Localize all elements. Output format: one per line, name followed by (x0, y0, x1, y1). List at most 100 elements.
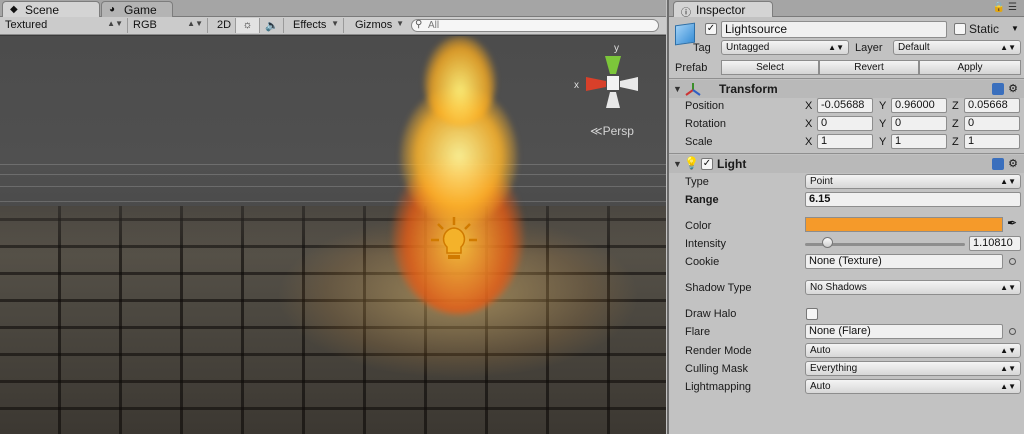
scale-z-field[interactable]: 1 (964, 134, 1020, 149)
light-type-dropdown[interactable]: Point ▲▼ (805, 174, 1021, 189)
light-type-label: Type (685, 176, 709, 188)
axis-y-label: Y (879, 136, 887, 148)
position-z-field[interactable]: 0.05668 (964, 98, 1020, 113)
dropdown-arrow-icon: ▼ (396, 19, 404, 28)
layer-value: Default (898, 42, 930, 53)
dropdown-arrow-icon: ▲▼ (107, 19, 123, 28)
shadow-type-dropdown[interactable]: No Shadows ▲▼ (805, 280, 1021, 295)
rotation-x-field[interactable]: 0 (817, 116, 873, 131)
transform-title: Transform (719, 82, 778, 96)
grid-line (0, 164, 666, 165)
foldout-arrow-icon[interactable]: ▼ (673, 84, 682, 94)
flare-field[interactable]: None (Flare) (805, 324, 1003, 339)
render-mode-dropdown[interactable]: Auto ▲▼ (805, 343, 1021, 358)
intensity-field[interactable]: 1.10810 (969, 236, 1021, 251)
tab-inspector[interactable]: ⓘ Inspector (673, 1, 773, 19)
light-header[interactable]: ▼ 💡 ✓ Light ⚙ (669, 155, 1024, 173)
tab-scene[interactable]: ◆ Scene (2, 1, 100, 17)
grid-line (0, 186, 666, 187)
scene-lighting-toggle[interactable]: ☼ (236, 18, 260, 33)
scene-audio-toggle[interactable]: 🔈 (260, 18, 284, 33)
neg-y-axis-cone-icon[interactable] (606, 92, 620, 108)
range-label: Range (685, 194, 719, 206)
position-label: Position (685, 100, 725, 112)
axis-x-label: X (805, 100, 813, 112)
lock-icon[interactable]: 🔒 (993, 2, 1008, 13)
scene-view-panel: ◆ Scene ◕ Game Textured ▲▼ RGB ▲▼ 2D ☼ 🔈… (0, 0, 666, 434)
stone-floor (0, 206, 666, 434)
flame-top (424, 36, 496, 126)
scale-x-field[interactable]: 1 (817, 134, 873, 149)
prefab-select-button[interactable]: Select (721, 60, 819, 75)
effects-label: Effects (293, 19, 327, 31)
light-title: Light (717, 157, 747, 171)
render-mode-dropdown[interactable]: RGB ▲▼ (128, 18, 208, 33)
divider (669, 78, 1024, 79)
gear-icon[interactable]: ⚙ (1008, 83, 1018, 95)
axis-x-label: X (805, 118, 813, 130)
draw-halo-checkbox[interactable] (806, 308, 818, 320)
gizmo-x-label: x (574, 80, 579, 91)
scene-viewport[interactable]: y x ≪Persp (0, 36, 666, 434)
gizmo-center-cube[interactable] (607, 76, 619, 90)
prefab-label: Prefab (675, 62, 708, 74)
point-light-gizmo-icon[interactable] (428, 214, 480, 266)
neg-x-axis-cone-icon[interactable] (620, 77, 638, 91)
object-name-field[interactable]: Lightsource (721, 21, 947, 38)
color-swatch[interactable] (805, 217, 1003, 232)
layer-dropdown[interactable]: Default ▲▼ (893, 40, 1021, 55)
x-axis-cone-icon[interactable] (586, 77, 606, 91)
position-y-field[interactable]: 0.96000 (891, 98, 947, 113)
dropdown-arrow-icon: ▲▼ (1000, 382, 1016, 391)
game-object-cube-icon (675, 22, 695, 46)
axis-z-label: Z (952, 136, 959, 148)
gear-icon[interactable]: ⚙ (1008, 158, 1018, 170)
gizmos-dropdown[interactable]: Gizmos ▼ (350, 18, 408, 33)
scene-orientation-gizmo[interactable]: y x (572, 42, 652, 122)
window-controls: 🔒☰ (993, 2, 1020, 13)
rotation-y-field[interactable]: 0 (891, 116, 947, 131)
rotation-z-field[interactable]: 0 (964, 116, 1020, 131)
dropdown-arrow-icon: ▲▼ (1000, 346, 1016, 355)
range-field[interactable]: 6.15 (805, 192, 1021, 207)
help-book-icon[interactable] (992, 158, 1005, 171)
tab-game-label: Game (124, 3, 157, 17)
menu-icon[interactable]: ☰ (1008, 2, 1020, 13)
2d-toggle-button[interactable]: 2D (212, 18, 236, 33)
tag-dropdown[interactable]: Untagged ▲▼ (721, 40, 849, 55)
prefab-apply-button[interactable]: Apply (919, 60, 1021, 75)
prefab-revert-button[interactable]: Revert (819, 60, 919, 75)
light-enabled-checkbox[interactable]: ✓ (701, 158, 713, 170)
lightmapping-dropdown[interactable]: Auto ▲▼ (805, 379, 1021, 394)
effects-dropdown[interactable]: Effects ▼ (288, 18, 344, 33)
scene-search-input[interactable]: ⚲ All (411, 19, 659, 32)
cookie-field[interactable]: None (Texture) (805, 254, 1003, 269)
scale-label: Scale (685, 136, 713, 148)
static-checkbox[interactable] (954, 23, 966, 35)
position-x-field[interactable]: -0.05688 (817, 98, 873, 113)
foldout-arrow-icon[interactable]: ▼ (673, 159, 682, 169)
info-icon: ⓘ (681, 8, 691, 19)
scale-y-field[interactable]: 1 (891, 134, 947, 149)
culling-mask-dropdown[interactable]: Everything ▲▼ (805, 361, 1021, 376)
tab-game[interactable]: ◕ Game (101, 1, 173, 17)
component-actions: ⚙ (992, 157, 1018, 171)
help-book-icon[interactable] (992, 83, 1005, 96)
scene-icon: ◆ (10, 4, 18, 15)
axis-z-label: Z (952, 100, 959, 112)
transform-header[interactable]: ▼ Transform ⚙ (669, 80, 1024, 98)
object-active-checkbox[interactable]: ✓ (705, 23, 717, 35)
intensity-slider-thumb[interactable] (822, 237, 834, 248)
object-picker-icon[interactable] (1009, 328, 1016, 335)
culling-mask-value: Everything (810, 363, 858, 374)
axis-y-label: Y (879, 100, 887, 112)
object-picker-icon[interactable] (1009, 258, 1016, 265)
dropdown-arrow-icon: ▲▼ (187, 19, 203, 28)
y-axis-cone-icon[interactable] (605, 56, 621, 74)
static-dropdown-arrow-icon[interactable]: ▼ (1011, 24, 1019, 33)
projection-label[interactable]: ≪Persp (590, 124, 634, 138)
dropdown-arrow-icon: ▲▼ (828, 43, 844, 52)
eyedropper-icon[interactable]: ✒ (1007, 216, 1017, 230)
shading-mode-dropdown[interactable]: Textured ▲▼ (0, 18, 128, 33)
cookie-label: Cookie (685, 256, 720, 268)
